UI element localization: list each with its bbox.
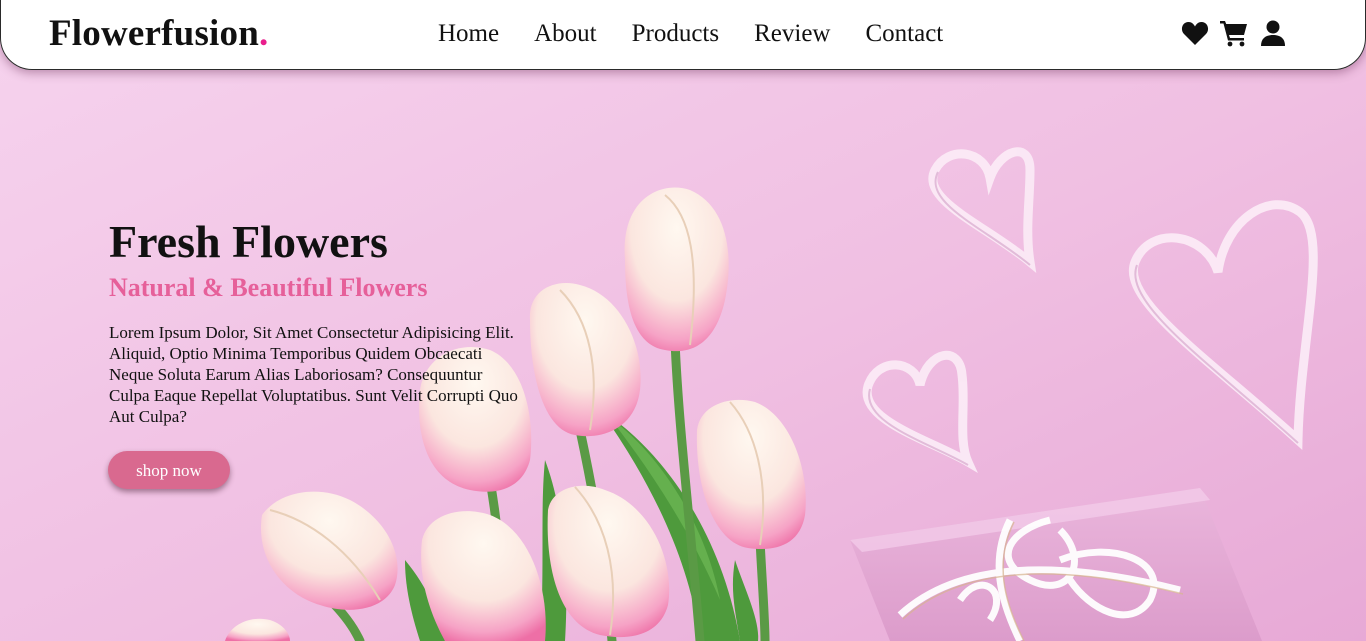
nav-link-review[interactable]: Review <box>754 18 830 50</box>
hero-title: Fresh Flowers <box>109 216 388 267</box>
nav-link-about[interactable]: About <box>534 18 597 50</box>
cart-icon[interactable] <box>1219 19 1249 47</box>
navbar: Flowerfusion. Home About Products Review… <box>0 0 1366 70</box>
hero-subtitle: Natural & Beautiful Flowers <box>109 273 428 302</box>
brand-name: Flowerfusion <box>49 13 260 54</box>
hero-description: Lorem Ipsum Dolor, Sit Amet Consectetur … <box>109 323 518 426</box>
nav-links: Home About Products Review Contact <box>438 18 978 50</box>
hero-content: Fresh Flowers Natural & Beautiful Flower… <box>109 216 519 427</box>
brand-dot: . <box>259 13 269 54</box>
shop-now-button[interactable]: shop now <box>108 451 230 489</box>
heart-icon[interactable] <box>1180 19 1210 47</box>
nav-icons <box>1180 19 1288 47</box>
brand-logo[interactable]: Flowerfusion. <box>49 12 268 56</box>
nav-link-products[interactable]: Products <box>632 18 720 50</box>
nav-link-home[interactable]: Home <box>438 18 499 50</box>
page: Flowerfusion. Home About Products Review… <box>0 0 1366 641</box>
nav-link-contact[interactable]: Contact <box>865 18 943 50</box>
user-icon[interactable] <box>1258 19 1288 47</box>
